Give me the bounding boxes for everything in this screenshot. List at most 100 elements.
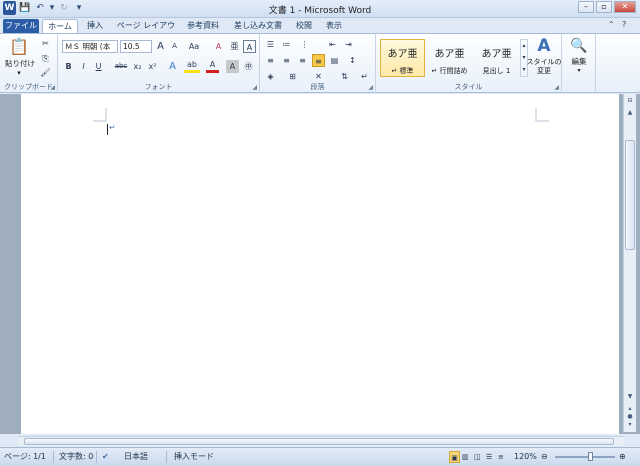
ribbon-minimize-icon[interactable]: ⌃ [608, 20, 618, 30]
highlight-icon[interactable]: ab [184, 60, 200, 73]
justify-icon[interactable]: ≡ [312, 54, 325, 67]
editing-dropdown-icon[interactable]: ▾ [574, 65, 584, 77]
copy-icon[interactable]: ⎘ [39, 52, 52, 65]
paragraph-mark-icon: ↵ [109, 123, 116, 132]
character-shading-icon[interactable]: A [226, 60, 239, 73]
print-layout-view-icon[interactable]: ▣ [449, 451, 460, 463]
paste-icon[interactable]: 📋 [6, 37, 32, 57]
underline-icon[interactable]: U [92, 60, 105, 73]
crop-mark-left [93, 108, 107, 122]
paragraph-launcher-icon[interactable]: ◢ [368, 84, 373, 91]
phonetic-guide-icon[interactable]: 亜 [228, 40, 241, 53]
style-no-spacing[interactable]: あア亜 ↵ 行間詰め [427, 39, 472, 77]
align-center-icon[interactable]: ≡ [280, 54, 293, 67]
enclose-characters-icon[interactable]: ㊥ [242, 60, 255, 73]
zoom-slider-track[interactable] [555, 456, 615, 458]
style-normal[interactable]: あア亜 ↵ 標準 [380, 39, 425, 77]
vertical-scroll-thumb[interactable] [625, 140, 635, 250]
grow-font-icon[interactable]: A [154, 40, 167, 53]
tab-file[interactable]: ファイル [3, 19, 39, 33]
character-border-icon[interactable]: A [243, 40, 256, 53]
status-bar: ページ: 1/1 文字数: 0 ✔ 日本語 挿入モード ▣ ▥ ◫ ☰ ≡ 12… [0, 447, 640, 466]
document-workarea: ↵ [0, 94, 640, 434]
horizontal-scrollbar[interactable] [18, 436, 624, 446]
tab-insert[interactable]: 挿入 [82, 19, 108, 33]
change-styles-button[interactable]: スタイルの [526, 58, 562, 67]
scroll-up-arrow[interactable]: ▲ [624, 108, 636, 118]
web-layout-view-icon[interactable]: ◫ [474, 451, 481, 463]
increase-indent-icon[interactable]: ⇥ [342, 38, 355, 51]
scroll-down-arrow[interactable]: ▼ [624, 392, 636, 402]
tab-mailings[interactable]: 差し込み文書 [230, 19, 286, 33]
vertical-scrollbar[interactable]: ⊟ ▲ ▼ ▴ ● ▾ [623, 94, 636, 432]
next-page-button[interactable]: ▾ [624, 420, 636, 430]
distributed-icon[interactable]: ▤ [328, 54, 341, 67]
shrink-font-icon[interactable]: A [168, 40, 181, 53]
cut-icon[interactable]: ✂ [39, 37, 52, 50]
restore-button[interactable]: ▫ [596, 1, 612, 13]
style-normal-name: ↵ 標準 [391, 67, 414, 75]
proofing-icon[interactable]: ✔ [102, 451, 109, 463]
italic-icon[interactable]: I [77, 60, 90, 73]
font-color-icon[interactable]: A [206, 60, 219, 73]
font-name-combo[interactable]: ＭＳ 明朝 (本 [62, 40, 118, 53]
decrease-indent-icon[interactable]: ⇤ [326, 38, 339, 51]
tab-home[interactable]: ホーム [42, 19, 78, 33]
status-divider [166, 451, 167, 463]
superscript-icon[interactable]: x² [146, 60, 159, 73]
style-heading-1-sample: あア亜 [481, 49, 512, 60]
outline-view-icon[interactable]: ☰ [486, 451, 492, 463]
tab-review[interactable]: 校閲 [292, 19, 316, 33]
draft-view-icon[interactable]: ≡ [498, 451, 504, 463]
zoom-in-button[interactable]: ⊕ [619, 451, 626, 463]
numbering-icon[interactable]: ≔ [280, 38, 293, 51]
clear-format-icon[interactable]: A [212, 40, 225, 53]
title-bar: W 💾 ↶ ▾ ↻ ▾ 文書 1 - Microsoft Word – ▫ ✕ [0, 0, 640, 18]
full-screen-view-icon[interactable]: ▥ [462, 451, 469, 463]
change-case-icon[interactable]: Aa [186, 40, 202, 53]
style-no-spacing-name: ↵ 行間詰め [431, 67, 468, 75]
zoom-out-button[interactable]: ⊖ [541, 451, 548, 463]
bullets-icon[interactable]: ☰ [264, 38, 277, 51]
clipboard-launcher-icon[interactable]: ◢ [50, 84, 55, 91]
change-styles-button-line2[interactable]: 変更 [526, 67, 562, 76]
align-right-icon[interactable]: ≡ [296, 54, 309, 67]
format-painter-icon[interactable]: 🖌 [39, 66, 52, 79]
horizontal-scroll-thumb[interactable] [24, 438, 614, 445]
change-styles-icon[interactable]: A [530, 37, 558, 55]
styles-launcher-icon[interactable]: ◢ [554, 84, 559, 91]
subscript-icon[interactable]: x₂ [131, 60, 144, 73]
find-icon[interactable]: 🔍 [567, 38, 591, 54]
insert-mode-status[interactable]: 挿入モード [174, 451, 214, 463]
document-page[interactable]: ↵ [21, 94, 619, 434]
zoom-level[interactable]: 120% [514, 451, 537, 463]
paste-dropdown-icon[interactable]: ▾ [14, 67, 24, 79]
text-effects-icon[interactable]: A [166, 60, 179, 73]
tab-references[interactable]: 参考資料 [182, 19, 224, 33]
bold-icon[interactable]: B [62, 60, 75, 73]
tab-page-layout[interactable]: ページ レイアウト [114, 19, 178, 44]
ribbon: 📋 貼り付け ▾ ✂ ⎘ 🖌 クリップボード ◢ ＭＳ 明朝 (本 10.5 A… [0, 33, 640, 93]
window-controls: – ▫ ✕ [578, 1, 636, 13]
tab-view[interactable]: 表示 [322, 19, 346, 33]
minimize-button[interactable]: – [578, 1, 594, 13]
style-heading-1[interactable]: あア亜 見出し 1 [474, 39, 519, 77]
close-button[interactable]: ✕ [614, 1, 636, 13]
language-status[interactable]: 日本語 [124, 451, 148, 463]
ruler-toggle-icon[interactable]: ⊟ [624, 96, 636, 106]
word-count-status[interactable]: 文字数: 0 [59, 451, 93, 463]
multilevel-list-icon[interactable]: ⋮ [298, 38, 311, 51]
font-launcher-icon[interactable]: ◢ [252, 84, 257, 91]
strikethrough-icon[interactable]: abc [112, 60, 130, 73]
status-divider [96, 451, 97, 463]
zoom-slider-knob[interactable] [588, 452, 593, 461]
help-icon[interactable]: ? [622, 20, 632, 30]
group-font: ＭＳ 明朝 (本 10.5 A A Aa A 亜 A B I U abc x₂ … [58, 34, 260, 93]
status-divider [53, 451, 54, 463]
font-size-combo[interactable]: 10.5 [120, 40, 152, 53]
style-heading-1-name: 見出し 1 [482, 67, 511, 75]
group-styles: あア亜 ↵ 標準 あア亜 ↵ 行間詰め あア亜 見出し 1 ▴ ▾ ▾ A スタイル… [376, 34, 562, 93]
page-count-status[interactable]: ページ: 1/1 [4, 451, 46, 463]
line-spacing-icon[interactable]: ↕ [346, 54, 359, 67]
align-left-icon[interactable]: ≡ [264, 54, 277, 67]
